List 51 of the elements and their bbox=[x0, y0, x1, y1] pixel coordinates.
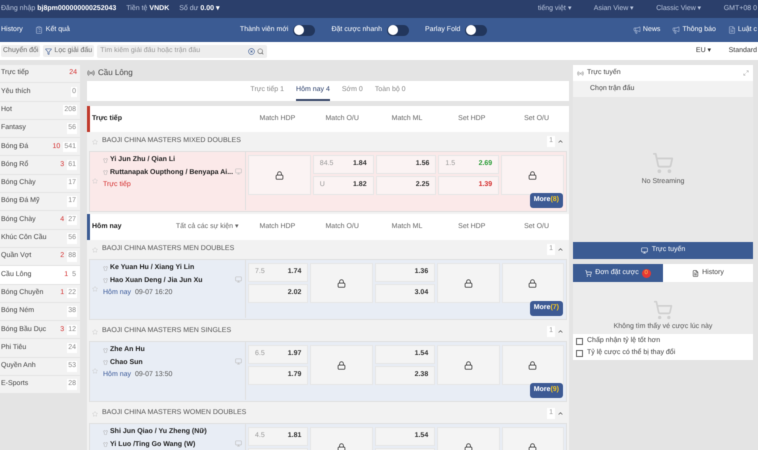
jersey-icon bbox=[103, 170, 108, 176]
toggle-switch[interactable] bbox=[465, 24, 488, 36]
chevron-up-icon[interactable] bbox=[557, 246, 564, 253]
checkbox[interactable] bbox=[576, 350, 583, 356]
lock-icon bbox=[528, 360, 538, 370]
lock-icon bbox=[528, 170, 538, 180]
megaphone-icon bbox=[632, 26, 641, 34]
jersey-icon bbox=[103, 442, 108, 448]
lock-icon bbox=[337, 442, 346, 450]
screen-icon[interactable] bbox=[235, 276, 242, 283]
screen-icon bbox=[640, 247, 648, 254]
jersey-icon bbox=[103, 278, 108, 284]
star-icon[interactable] bbox=[92, 246, 98, 252]
jersey-icon bbox=[103, 158, 108, 163]
lock-icon bbox=[528, 278, 538, 288]
screen-icon[interactable] bbox=[235, 440, 242, 447]
search-icon[interactable] bbox=[257, 48, 264, 54]
clipboard-icon bbox=[34, 26, 43, 34]
sport-title: Cầu Lông bbox=[98, 67, 133, 79]
clear-icon[interactable] bbox=[248, 48, 256, 54]
jersey-icon bbox=[103, 266, 108, 271]
jersey-icon bbox=[103, 348, 108, 353]
toggle-switch[interactable] bbox=[387, 24, 410, 36]
megaphone-icon bbox=[672, 26, 680, 34]
star-icon[interactable] bbox=[92, 178, 98, 184]
star-icon[interactable] bbox=[92, 368, 98, 374]
jersey-icon bbox=[103, 430, 108, 435]
filter-icon bbox=[45, 48, 52, 54]
lock-icon bbox=[337, 360, 346, 370]
screen-icon[interactable] bbox=[235, 358, 242, 365]
star-icon[interactable] bbox=[92, 286, 98, 292]
lock-icon bbox=[274, 170, 284, 180]
lock-icon bbox=[464, 278, 473, 288]
chevron-up-icon[interactable] bbox=[557, 328, 564, 335]
document-icon bbox=[728, 26, 736, 34]
chevron-up-icon[interactable] bbox=[557, 138, 564, 145]
toggle-switch[interactable] bbox=[293, 24, 316, 36]
lock-icon bbox=[337, 278, 346, 288]
broadcast-icon bbox=[577, 70, 584, 76]
chevron-up-icon[interactable] bbox=[557, 410, 564, 417]
checkbox[interactable] bbox=[576, 338, 583, 344]
cart-icon bbox=[585, 270, 592, 276]
star-icon[interactable] bbox=[92, 138, 98, 144]
jersey-icon bbox=[103, 360, 108, 366]
lock-icon bbox=[464, 360, 473, 370]
screen-icon[interactable] bbox=[235, 168, 242, 175]
lock-icon bbox=[464, 442, 473, 450]
lock-icon bbox=[528, 442, 538, 450]
document-icon bbox=[692, 270, 700, 276]
star-icon[interactable] bbox=[92, 328, 98, 334]
star-icon[interactable] bbox=[92, 410, 98, 416]
